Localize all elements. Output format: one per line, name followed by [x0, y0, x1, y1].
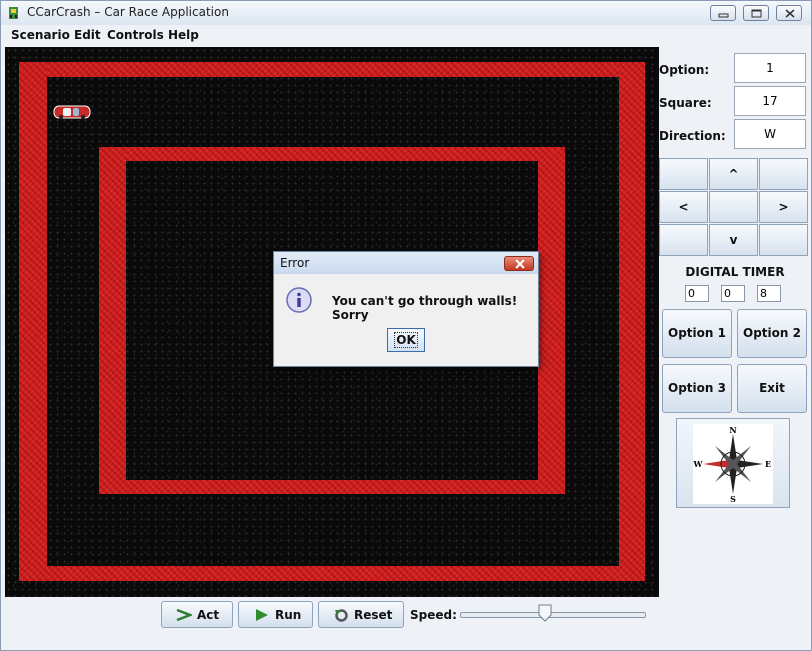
dialog-ok-label: OK — [394, 332, 418, 348]
compass-rose-icon: N S E W — [693, 424, 773, 504]
act-label: Act — [197, 608, 220, 622]
pad-empty-bottom-left[interactable] — [659, 224, 708, 256]
outer-wall-left — [19, 62, 47, 581]
window-title: CCarCrash – Car Race Application — [27, 5, 229, 19]
run-button[interactable]: Run — [238, 601, 313, 628]
pad-empty-bottom-right[interactable] — [759, 224, 808, 256]
timer-title: DIGITAL TIMER — [685, 265, 785, 279]
maximize-button[interactable] — [743, 5, 769, 21]
inner-wall-left — [99, 147, 126, 494]
dialog-close-button[interactable] — [504, 256, 534, 271]
compass-n: N — [729, 425, 736, 435]
dialog-message: You can't go through walls! Sorry — [332, 294, 518, 322]
close-icon — [515, 259, 525, 269]
pad-center[interactable] — [709, 191, 758, 223]
race-car — [53, 105, 91, 119]
pad-empty-top-right[interactable] — [759, 158, 808, 190]
menu-controls[interactable]: Controls — [107, 28, 164, 42]
timer-minutes[interactable]: 0 — [721, 285, 745, 302]
compass-w: W — [693, 459, 704, 469]
square-field[interactable]: 17 — [734, 86, 806, 116]
error-dialog: Error You can't go through walls! Sorry … — [273, 251, 539, 367]
bottom-toolbar: Act Run Reset Speed: — [1, 598, 811, 632]
info-icon — [286, 287, 312, 313]
outer-wall-top — [19, 62, 645, 77]
inner-wall-top — [99, 147, 565, 161]
option-1-button[interactable]: Option 1 — [662, 309, 732, 358]
speed-label: Speed: — [410, 608, 457, 622]
compass-e: E — [765, 459, 771, 469]
option-3-button[interactable]: Option 3 — [662, 364, 732, 413]
title-bar: CCarCrash – Car Race Application — [1, 1, 811, 26]
down-button[interactable]: v — [709, 224, 758, 256]
car-app-icon — [9, 7, 18, 19]
speed-slider-track[interactable] — [460, 612, 646, 618]
minimize-icon — [718, 13, 729, 18]
menu-scenario[interactable]: Scenario — [11, 28, 70, 42]
square-label: Square: — [659, 96, 712, 110]
dialog-title: Error — [280, 256, 310, 270]
timer-hours[interactable]: 0 — [685, 285, 709, 302]
timer-seconds[interactable]: 8 — [757, 285, 781, 302]
reset-button[interactable]: Reset — [318, 601, 404, 628]
direction-pad: ^ < > v — [659, 158, 809, 256]
maximize-icon — [751, 9, 762, 18]
close-icon — [785, 9, 795, 18]
compass-rose-graphic: N S E W — [693, 425, 772, 504]
up-button[interactable]: ^ — [709, 158, 758, 190]
run-label: Run — [275, 608, 302, 622]
control-sidebar: Option: 1 Square: 17 Direction: W ^ < > … — [657, 47, 812, 607]
minimize-button[interactable] — [710, 5, 736, 21]
close-button[interactable] — [776, 5, 802, 21]
direction-field[interactable]: W — [734, 119, 806, 149]
outer-wall-right — [619, 62, 645, 581]
menu-help[interactable]: Help — [168, 28, 199, 42]
option-field[interactable]: 1 — [734, 53, 806, 83]
reset-label: Reset — [354, 608, 393, 622]
right-button[interactable]: > — [759, 191, 808, 223]
inner-wall-right — [538, 147, 565, 494]
reset-icon — [335, 609, 348, 622]
arrow-right-icon — [176, 609, 192, 621]
option-2-button[interactable]: Option 2 — [737, 309, 807, 358]
outer-wall-bottom — [19, 566, 645, 581]
exit-button[interactable]: Exit — [737, 364, 807, 413]
left-button[interactable]: < — [659, 191, 708, 223]
compass-panel: N S E W — [676, 418, 790, 508]
pad-empty-top-left[interactable] — [659, 158, 708, 190]
play-icon — [256, 609, 268, 621]
speed-slider-thumb[interactable] — [538, 604, 552, 622]
compass-s: S — [730, 494, 736, 504]
inner-wall-bottom — [99, 480, 565, 494]
dialog-title-bar: Error — [274, 252, 538, 274]
menu-bar: Scenario Edit Controls Help — [1, 25, 811, 46]
option-label: Option: — [659, 63, 710, 77]
direction-label: Direction: — [659, 129, 726, 143]
dialog-ok-button[interactable]: OK — [387, 328, 425, 352]
act-button[interactable]: Act — [161, 601, 233, 628]
menu-edit[interactable]: Edit — [74, 28, 101, 42]
